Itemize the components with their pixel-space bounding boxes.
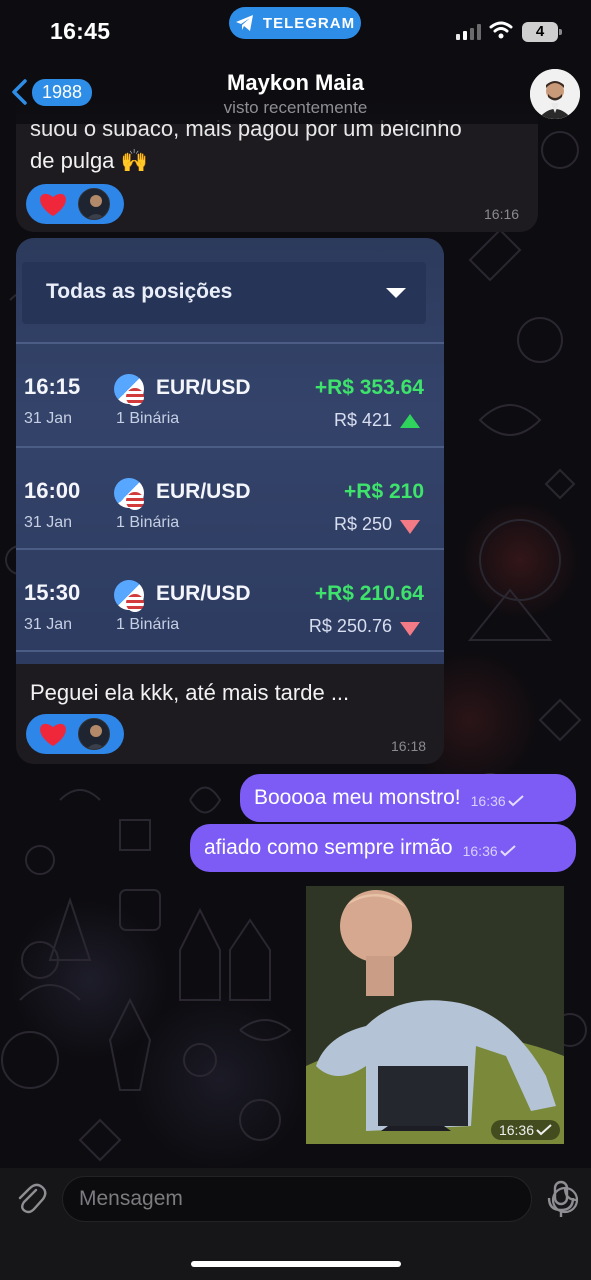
message-text: afiado como sempre irmão [204, 836, 453, 859]
position-type: 1 Binária [116, 616, 180, 633]
eur-usd-flag-icon [114, 580, 144, 612]
photo-caption: Peguei ela kkk, até mais tarde ... [30, 680, 350, 705]
position-profit: +R$ 210.64 [314, 582, 424, 605]
reaction-avatar [78, 188, 110, 220]
chat-last-seen: visto recentemente [223, 98, 368, 117]
eur-usd-flag-icon [114, 374, 144, 406]
position-type: 1 Binária [116, 410, 180, 427]
contact-avatar[interactable] [530, 69, 580, 119]
position-profit: +R$ 353.64 [314, 376, 424, 399]
heart-reaction[interactable] [26, 184, 124, 224]
trend-up-icon [400, 414, 420, 428]
read-check-icon [499, 845, 516, 857]
message-time-status: 16:36 [463, 843, 516, 859]
position-profit: +R$ 210 [344, 480, 424, 503]
positions-dropdown-label: Todas as posições [46, 280, 233, 303]
home-indicator[interactable] [191, 1261, 401, 1267]
position-row: 15:30 31 Jan EUR/USD 1 Binária +R$ 210.6… [16, 548, 444, 648]
telegram-pill-label: TELEGRAM [262, 14, 356, 32]
eur-usd-flag-icon [114, 478, 144, 510]
position-amount: R$ 250.76 [308, 616, 392, 636]
message-text: de pulga 🙌 [30, 148, 148, 173]
message-outgoing[interactable]: Booooa meu monstro! 16:36 [240, 774, 576, 822]
message-input[interactable] [79, 1184, 479, 1214]
signal-icon [456, 24, 482, 40]
position-pair: EUR/USD [156, 582, 251, 605]
position-row: 16:15 31 Jan EUR/USD 1 Binária +R$ 353.6… [16, 342, 444, 442]
position-time: 16:00 [24, 478, 81, 503]
position-amount: R$ 421 [333, 410, 392, 430]
trend-down-icon [400, 622, 420, 636]
mic-icon[interactable] [546, 1180, 576, 1218]
heart-icon [40, 723, 66, 746]
status-time: 16:45 [50, 18, 111, 44]
position-date: 31 Jan [24, 410, 73, 427]
message-time: 16:36 [498, 1122, 534, 1138]
video-thumbnail [306, 886, 564, 1144]
position-time: 16:15 [24, 374, 81, 399]
message-time: 16:18 [391, 738, 427, 754]
position-pair: EUR/USD [156, 376, 251, 399]
telegram-icon [235, 15, 253, 31]
message-outgoing[interactable]: afiado como sempre irmão 16:36 [190, 824, 576, 872]
status-bar: 16:45 TELEGRAM 4 [0, 0, 591, 62]
position-date: 31 Jan [24, 616, 73, 633]
read-check-icon [536, 1124, 552, 1136]
heart-reaction[interactable] [26, 714, 124, 754]
message-time-status: 16:36 [471, 793, 524, 809]
position-pair: EUR/USD [156, 480, 251, 503]
position-amount: R$ 250 [333, 514, 392, 534]
message-time-status: 16:36 [490, 1120, 560, 1140]
message-time: 16:16 [484, 206, 520, 222]
chat-title[interactable]: Maykon Maia [0, 70, 591, 96]
read-check-icon [507, 795, 524, 807]
trend-down-icon [400, 520, 420, 534]
positions-dropdown: Todas as posições [22, 262, 426, 324]
telegram-pill[interactable]: TELEGRAM [229, 7, 361, 39]
reaction-avatar [78, 718, 110, 750]
chevron-down-icon [386, 288, 406, 298]
message-video[interactable]: 16:36 [306, 886, 564, 1144]
chat-header-overlay: 1988 Maykon Maia visto recentemente [0, 62, 591, 124]
position-type: 1 Binária [116, 514, 180, 531]
attach-icon[interactable] [14, 1182, 48, 1216]
wifi-icon [489, 21, 513, 39]
position-date: 31 Jan [24, 514, 73, 531]
heart-icon [40, 193, 66, 216]
message-text: Booooa meu monstro! [254, 786, 461, 809]
position-row: 16:00 31 Jan EUR/USD 1 Binária +R$ 210 R… [16, 446, 444, 546]
message-time: 16:36 [462, 843, 498, 859]
battery-indicator: 4 [522, 22, 562, 42]
message-time: 16:36 [470, 793, 506, 809]
message-photo[interactable]: Todas as posições 16:15 31 Jan EUR/USD 1… [16, 238, 444, 664]
position-time: 15:30 [24, 580, 81, 605]
message-field[interactable] [62, 1176, 579, 1222]
